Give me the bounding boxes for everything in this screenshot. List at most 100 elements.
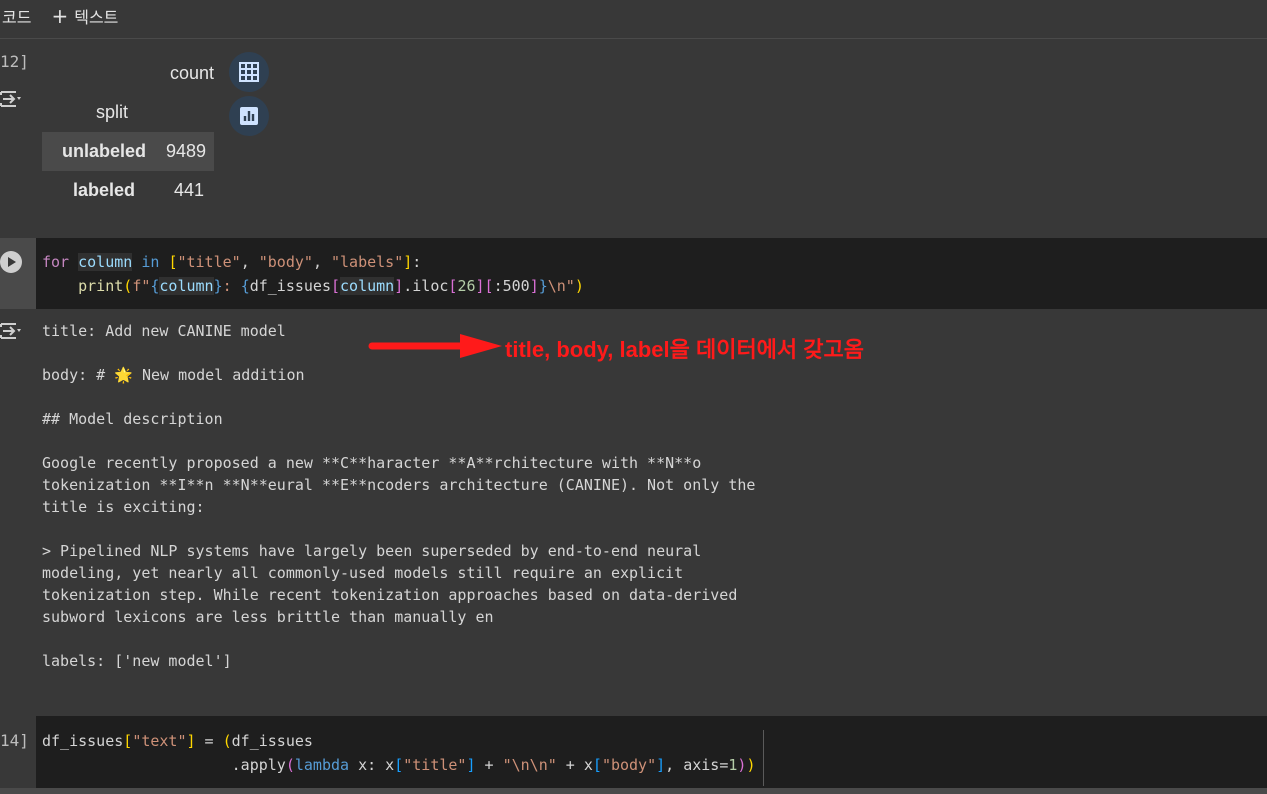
paren: (: [285, 756, 295, 774]
number: 26: [457, 277, 476, 295]
output-line: modeling, yet nearly all commonly-used m…: [42, 564, 684, 582]
output-toggle-icon[interactable]: [0, 88, 24, 110]
function-print: print: [78, 277, 124, 295]
bracket: ]: [475, 277, 485, 295]
operator: =: [195, 732, 223, 750]
execution-count: 12]: [0, 52, 29, 71]
string: "text": [132, 732, 187, 750]
output-line: Google recently proposed a new **C**hara…: [42, 454, 702, 472]
string: "body": [601, 756, 657, 774]
bracket: [: [484, 277, 494, 295]
row-index: unlabeled: [61, 141, 146, 161]
bracket: ]: [394, 277, 404, 295]
code-cell-apply[interactable]: df_issues["text"] = (df_issues .apply(la…: [36, 716, 1267, 788]
paren: ): [574, 277, 584, 295]
variable-column: column: [340, 277, 395, 295]
string: \n": [547, 277, 575, 295]
output-toggle-icon[interactable]: [0, 320, 24, 342]
variable-column: column: [159, 277, 214, 295]
suggest-charts-button[interactable]: [229, 96, 269, 136]
brace: {: [240, 277, 250, 295]
paren: (: [123, 277, 133, 295]
kwarg-axis: , axis=: [665, 756, 729, 774]
brace: }: [538, 277, 548, 295]
operator: +: [475, 756, 503, 774]
string: "labels": [331, 253, 404, 271]
keyword-lambda: lambda: [294, 756, 350, 774]
notebook-toolbar: 코드 + 텍스트: [0, 0, 1267, 39]
dataframe-table: count split unlabeled 9489 labeled 441: [42, 54, 224, 210]
execution-count: 14]: [0, 731, 29, 750]
convert-to-table-button[interactable]: [229, 52, 269, 92]
variable-df: df_issues: [231, 732, 313, 750]
string: :: [222, 277, 241, 295]
bracket: ]: [403, 253, 413, 271]
run-cell-button[interactable]: [0, 251, 22, 273]
fstring-prefix: f": [132, 277, 151, 295]
annotation-text: title, body, label을 데이터에서 갖고옴: [505, 337, 864, 362]
table-row: labeled 441: [42, 171, 214, 210]
paren: (: [222, 732, 232, 750]
output-line: body: # 🌟 New model addition: [42, 366, 305, 384]
output-line: tokenization **I**n **N**eural **E**ncod…: [42, 476, 756, 494]
bracket: [: [331, 277, 341, 295]
keyword-for: for: [42, 253, 70, 271]
table-row: unlabeled 9489: [42, 132, 214, 171]
method-apply: .apply: [231, 756, 286, 774]
string: "body": [258, 253, 313, 271]
bracket: [: [592, 756, 602, 774]
colon: :: [412, 253, 422, 271]
plus-icon: +: [51, 4, 69, 28]
red-arrow-annotation: [368, 334, 502, 358]
output-line: tokenization step. While recent tokeniza…: [42, 586, 738, 604]
variable-df: df_issues: [42, 732, 124, 750]
add-code-button[interactable]: 코드: [2, 1, 31, 31]
comma: ,: [312, 253, 331, 271]
output-line: > Pipelined NLP systems have largely bee…: [42, 542, 702, 560]
column-header-count: count: [169, 63, 214, 83]
code-cell-loop[interactable]: for column in ["title", "body", "labels"…: [36, 238, 1267, 309]
play-icon: [8, 257, 16, 267]
string: "title": [177, 253, 241, 271]
bracket: [: [394, 756, 404, 774]
bracket: [: [123, 732, 133, 750]
cell-output-text: title: Add new CANINE model body: # 🌟 Ne…: [0, 312, 1267, 714]
attribute-iloc: .iloc: [403, 277, 449, 295]
add-text-button[interactable]: + 텍스트: [51, 1, 118, 31]
output-line: title: Add new CANINE model: [42, 322, 286, 340]
output-line: labels: ['new model']: [42, 652, 232, 670]
bracket: ]: [529, 277, 539, 295]
string: "title": [403, 756, 467, 774]
row-index: labeled: [72, 180, 136, 200]
operator: + x: [556, 756, 593, 774]
bracket: ]: [186, 732, 196, 750]
table-icon: [239, 62, 259, 82]
variable-df: df_issues: [249, 277, 331, 295]
output-line: title is exciting:: [42, 498, 205, 516]
row-count: 441: [173, 180, 204, 200]
string: "\n\n": [502, 756, 557, 774]
cell-gutter: [0, 238, 36, 309]
bar-chart-icon: [240, 107, 258, 125]
comma: ,: [240, 253, 259, 271]
brace: }: [213, 277, 223, 295]
bracket: ]: [656, 756, 666, 774]
variable-column: column: [78, 253, 133, 271]
code-editor[interactable]: df_issues["text"] = (df_issues .apply(la…: [42, 729, 755, 777]
cell-output-dataframe: 12] count split unlabeled 9489 labeled 4…: [0, 42, 1267, 236]
lambda-arg: x: x: [349, 756, 395, 774]
bottom-scroll-area: [0, 788, 1267, 794]
add-code-label: 코드: [2, 8, 32, 27]
editor-ruler: [763, 730, 764, 786]
row-count: 9489: [166, 141, 207, 161]
code-editor[interactable]: for column in ["title", "body", "labels"…: [42, 250, 584, 298]
output-line: subword lexicons are less brittle than m…: [42, 608, 494, 626]
slice: :500: [493, 277, 530, 295]
bracket: ]: [466, 756, 476, 774]
stdout-text: title: Add new CANINE model body: # 🌟 Ne…: [42, 320, 755, 672]
paren: ): [746, 756, 756, 774]
